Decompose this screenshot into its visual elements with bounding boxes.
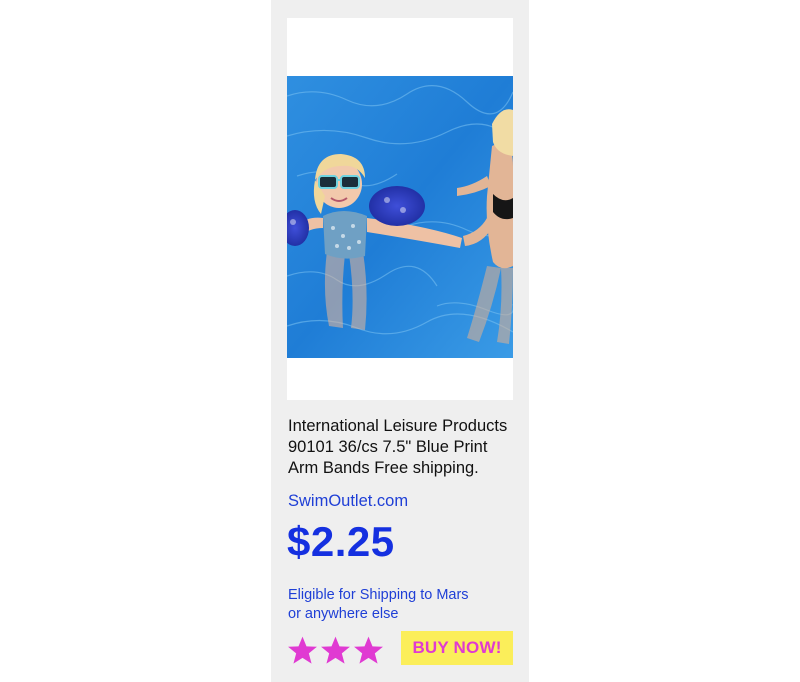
shipping-line-2: or anywhere else xyxy=(288,606,399,622)
product-title-line-1: International Leisure Products xyxy=(288,417,508,435)
rating-stars xyxy=(286,633,385,669)
product-title-line-2: 90101 36/cs 7.5" Blue Print xyxy=(288,438,488,456)
product-image-frame[interactable] xyxy=(287,18,513,400)
buy-now-button[interactable]: BUY NOW! xyxy=(401,631,513,665)
product-photo[interactable] xyxy=(287,76,513,358)
product-card: International Leisure Products 90101 36/… xyxy=(271,0,529,682)
shipping-info: Eligible for Shipping to Mars or anywher… xyxy=(288,586,518,624)
product-title-line-3: Arm Bands Free shipping. xyxy=(288,459,479,477)
star-icon xyxy=(321,636,350,664)
star-icon xyxy=(354,636,383,664)
seller-link[interactable]: SwimOutlet.com xyxy=(288,491,408,511)
star-icon xyxy=(288,636,317,664)
product-title[interactable]: International Leisure Products 90101 36/… xyxy=(288,416,524,479)
product-price: $2.25 xyxy=(287,518,395,565)
shipping-line-1: Eligible for Shipping to Mars xyxy=(288,587,469,603)
